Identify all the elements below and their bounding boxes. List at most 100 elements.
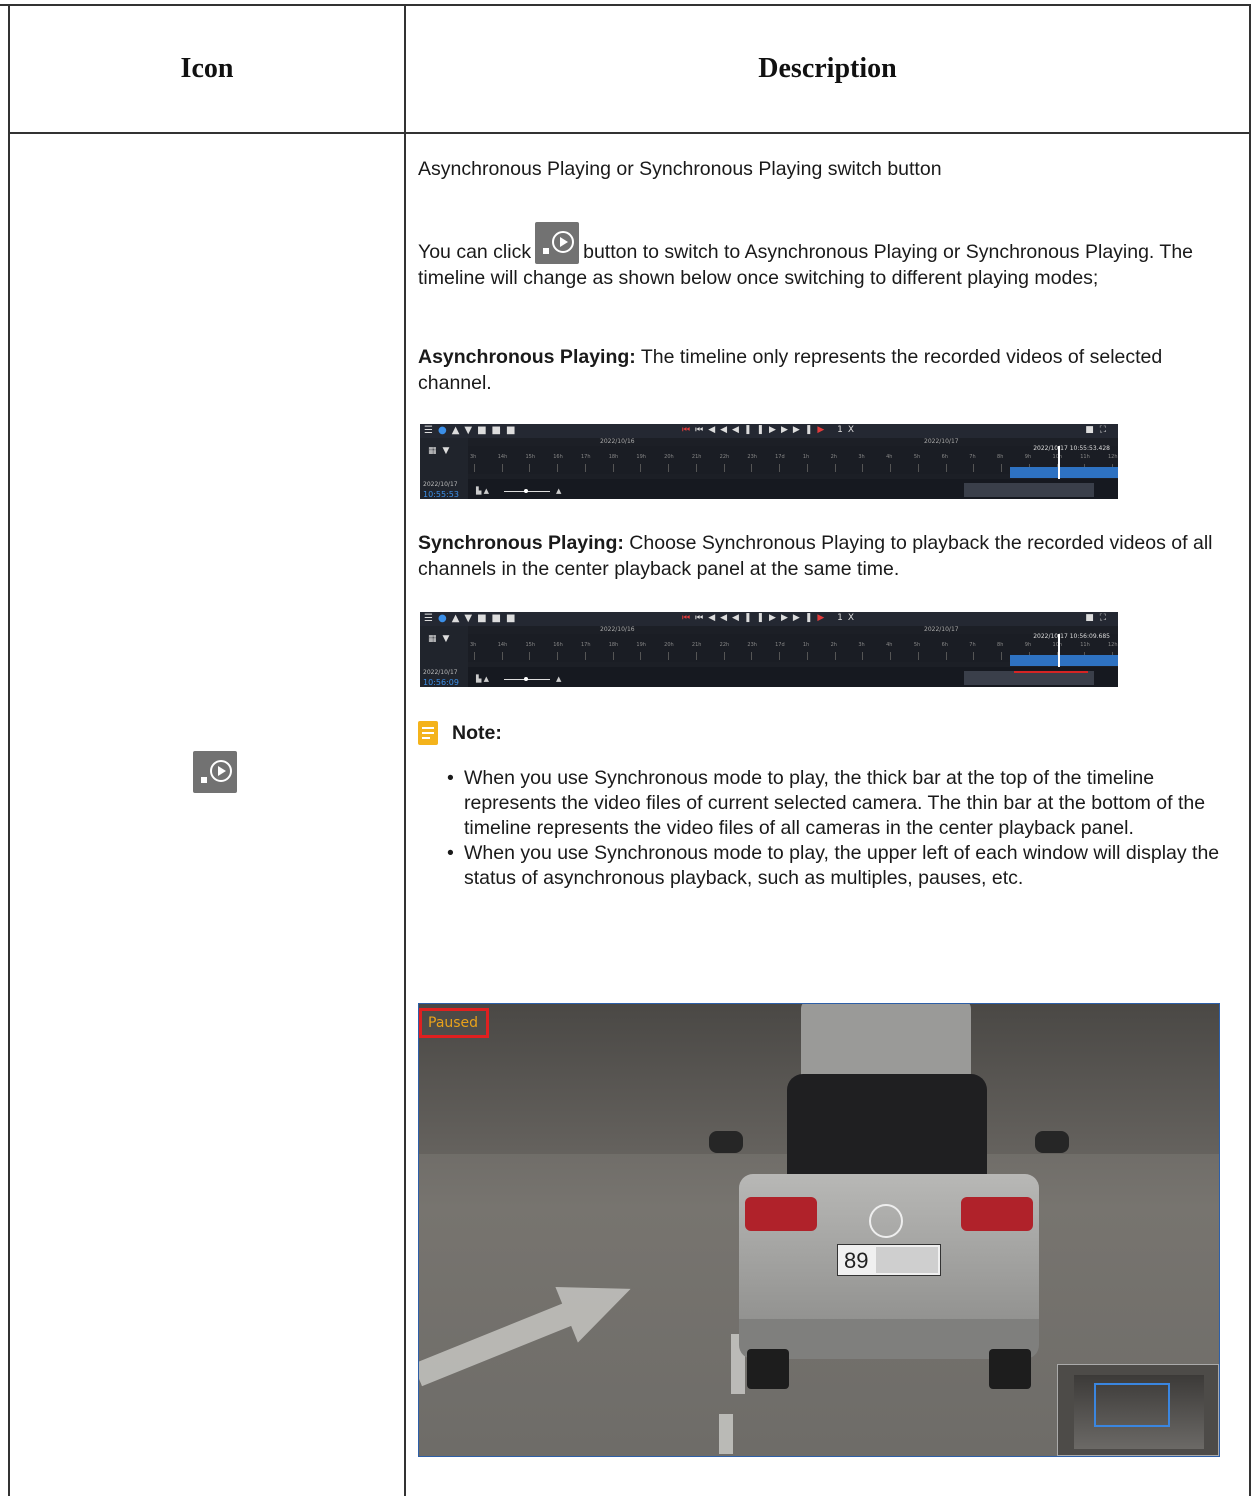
ruler-hour-label: 9h (1024, 642, 1032, 648)
header-icon: Icon (180, 53, 234, 84)
timeline-cursor[interactable] (1058, 634, 1060, 667)
ruler-hour-label: 3h (858, 642, 865, 648)
ruler-tick (529, 464, 531, 472)
ruler-tick (1001, 464, 1003, 472)
ruler-hour-label: 5h (913, 454, 921, 460)
ruler-hour-label: 5h (913, 642, 921, 648)
minimap-preview[interactable] (1057, 1364, 1219, 1456)
ruler-hour-label: 2h (830, 454, 837, 460)
ruler-hour-label: 6h (941, 642, 948, 648)
ruler-tick (668, 652, 670, 660)
inline-play-mode-icon (535, 222, 580, 264)
ruler-tick (529, 652, 531, 660)
ruler-hour-label: 22h (719, 642, 730, 648)
ruler-tick (501, 652, 503, 660)
ruler-hour-label: 17d (775, 642, 785, 648)
ruler-hour-label: 21h (691, 454, 702, 460)
timeline-date-left: 2022/10/16 (600, 438, 635, 445)
ruler-tick (640, 464, 642, 472)
ruler-hour-label: 8h (997, 454, 1004, 460)
recording-bar (1010, 655, 1118, 666)
zoom-slider[interactable]: ▙ ▲ ▲ (476, 675, 576, 685)
calendar-filter-icons: ▦▼ (428, 634, 456, 644)
ruler-tick (862, 652, 864, 660)
ruler-tick (779, 464, 781, 472)
ruler-hour-label: 23h (747, 454, 757, 460)
zoom-slider[interactable]: ▙ ▲ ▲ (476, 487, 576, 497)
calendar-filter-icons: ▦▼ (428, 446, 456, 456)
ruler-tick (640, 652, 642, 660)
ruler-hour-label: 1h (802, 454, 810, 460)
timeline-async: ☰●▲▼■■■ ⏮⏮◀◀◀❚❚▶▶▶❚▶ 1X ■⛶ ▦▼ 2022/10/17… (420, 424, 1118, 499)
ruler-tick (612, 652, 614, 660)
note-title: Note: (452, 721, 502, 744)
ruler-hour-label: 20h (664, 642, 674, 648)
ruler-hour-label: 12h (1108, 642, 1118, 648)
ruler-hour-label: 22h (719, 454, 730, 460)
car-image: 89 (709, 1004, 1069, 1399)
ruler-tick (890, 652, 892, 660)
ruler-tick (917, 464, 919, 472)
ruler-tick (945, 464, 947, 472)
timeline-date-right: 2022/10/17 (924, 438, 959, 445)
playback-status-badge: Paused (419, 1008, 489, 1038)
ruler-tick (945, 652, 947, 660)
ruler-tick (806, 464, 808, 472)
ruler-hour-label: 7h (969, 642, 976, 648)
ruler-tick (751, 464, 753, 472)
ruler-tick (723, 464, 725, 472)
ruler-hour-label: 3h (858, 454, 865, 460)
ruler-hour-label: 16h (553, 642, 563, 648)
minimap-viewport-box[interactable] (1094, 1383, 1170, 1427)
description-title: Asynchronous Playing or Synchronous Play… (418, 158, 942, 180)
ruler-hour-label: 4h (886, 454, 893, 460)
ruler-tick (557, 464, 559, 472)
ruler-hour-label: 2h (830, 642, 837, 648)
ruler-tick (751, 652, 753, 660)
list-item: • When you use Synchronous mode to play, … (447, 767, 1206, 839)
ruler-tick (584, 652, 586, 660)
ruler-hour-label: 16h (553, 454, 563, 460)
ruler-tick (834, 652, 836, 660)
ruler-hour-label: 19h (636, 454, 646, 460)
ruler-tick (668, 464, 670, 472)
ruler-hour-label: 17d (775, 454, 785, 460)
ruler-hour-label: 17h (580, 454, 591, 460)
ruler-hour-label: 15h (525, 642, 535, 648)
timeline-cursor[interactable] (1058, 446, 1060, 479)
header-description: Description (758, 53, 897, 84)
ruler-hour-label: 19h (636, 642, 646, 648)
async-label: Asynchronous Playing: (418, 346, 636, 368)
ruler-tick (557, 652, 559, 660)
ruler-tick (612, 464, 614, 472)
timeline-side-date: 2022/10/17 (423, 669, 458, 676)
timeline-date-right: 2022/10/17 (924, 626, 959, 633)
table-border-left (8, 4, 10, 1496)
ruler-hour-label: 15h (525, 454, 535, 460)
ruler-tick (890, 464, 892, 472)
ruler-tick (695, 652, 697, 660)
ruler-hour-label: 9h (1024, 454, 1032, 460)
ruler-tick (584, 464, 586, 472)
ruler-hour-label: 3h (470, 454, 477, 460)
recording-bar (1010, 467, 1118, 478)
note-heading: Note: (418, 720, 502, 746)
note-icon (418, 721, 438, 745)
all-cameras-bar (1014, 671, 1088, 673)
sync-async-play-icon[interactable] (193, 751, 237, 793)
async-paragraph: Asynchronous Playing: The timeline only … (418, 344, 1230, 396)
ruler-hour-label: 14h (497, 642, 508, 648)
ruler-tick (1001, 652, 1003, 660)
ruler-hour-label: 8h (997, 642, 1004, 648)
sync-label: Synchronous Playing: (418, 532, 624, 554)
camera-playback-view[interactable]: 89 Paused (418, 1003, 1220, 1457)
ruler-hour-label: 6h (941, 454, 948, 460)
ruler-tick (862, 464, 864, 472)
timeline-date-left: 2022/10/16 (600, 626, 635, 633)
ruler-hour-label: 7h (969, 454, 976, 460)
ruler-hour-label: 3h (470, 642, 477, 648)
timeline-toolbar: ☰●▲▼■■■ (424, 613, 521, 624)
ruler-hour-label: 12h (1108, 454, 1118, 460)
ruler-tick (474, 464, 475, 472)
ruler-tick (973, 652, 975, 660)
